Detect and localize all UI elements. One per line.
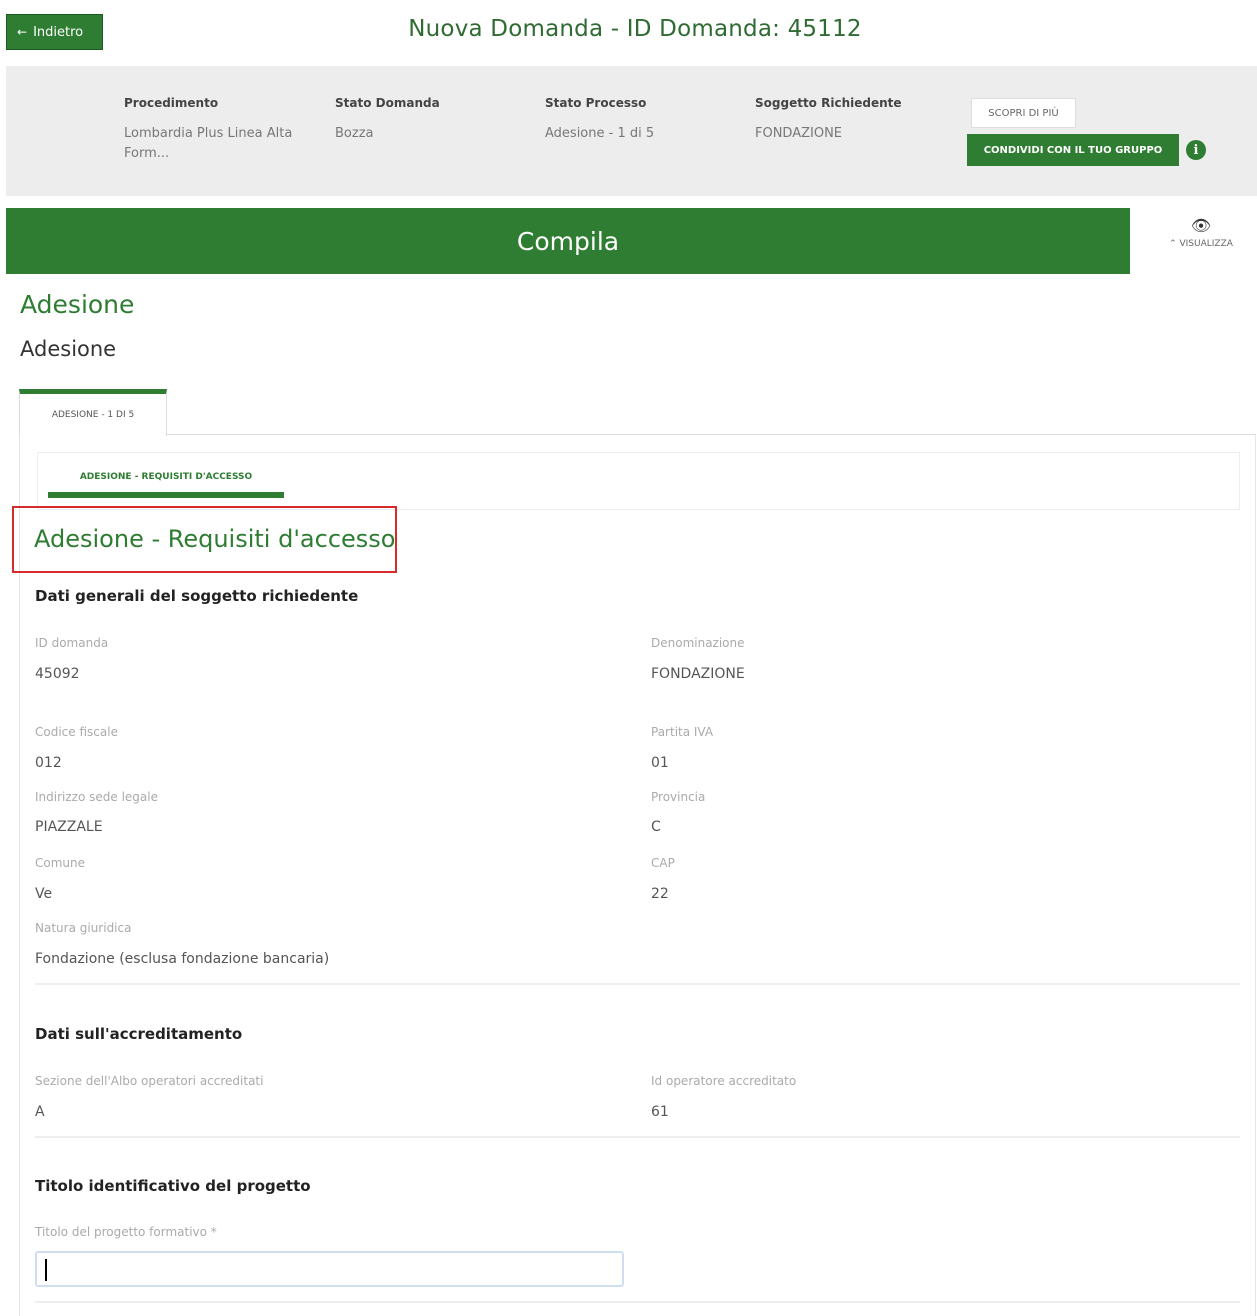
indirizzo-value: PIAZZALE — [35, 819, 103, 835]
natura-giuridica-label: Natura giuridica — [35, 921, 132, 935]
form-title: Adesione - Requisiti d'accesso — [34, 525, 396, 553]
visualizza-toggle[interactable]: 👁 ⌃ VISUALIZZA — [1146, 216, 1256, 272]
id-operatore-label: Id operatore accreditato — [651, 1074, 797, 1088]
subtab-requisiti-accesso[interactable]: ADESIONE - REQUISITI D'ACCESSO — [48, 462, 284, 498]
section-divider — [35, 1301, 1240, 1303]
id-domanda-value: 45092 — [35, 666, 80, 682]
soggetto-label: Soggetto Richiedente — [755, 96, 902, 110]
natura-giuridica-value: Fondazione (esclusa fondazione bancaria) — [35, 951, 330, 967]
comune-label: Comune — [35, 856, 86, 870]
procedimento-label: Procedimento — [124, 96, 219, 110]
section-divider — [35, 1136, 1240, 1138]
scopri-di-piu-button[interactable]: SCOPRI DI PIÙ — [971, 98, 1076, 128]
stato-domanda-label: Stato Domanda — [335, 96, 440, 110]
id-domanda-label: ID domanda — [35, 636, 109, 650]
section-title: Adesione — [20, 290, 135, 319]
back-button[interactable]: ← Indietro — [6, 14, 103, 50]
partita-iva-label: Partita IVA — [651, 725, 714, 739]
section-subtitle: Adesione — [20, 337, 117, 361]
provincia-value: C — [651, 819, 661, 835]
denominazione-value: FONDAZIONE — [651, 666, 745, 682]
tab-bar-divider — [19, 434, 1256, 435]
sezione-albo-value: A — [35, 1104, 45, 1120]
indirizzo-label: Indirizzo sede legale — [35, 790, 158, 804]
sezione-albo-label: Sezione dell'Albo operatori accreditati — [35, 1074, 264, 1088]
codice-fiscale-label: Codice fiscale — [35, 725, 118, 739]
chevron-up-icon: ⌃ — [1169, 239, 1177, 249]
arrow-left-icon: ← — [17, 25, 28, 39]
partita-iva-value: 01 — [651, 755, 669, 771]
back-button-label: Indietro — [33, 24, 84, 40]
codice-fiscale-value: 012 — [35, 755, 62, 771]
visualizza-label: VISUALIZZA — [1179, 239, 1233, 249]
denominazione-label: Denominazione — [651, 636, 745, 650]
eye-icon: 👁 — [1190, 216, 1212, 235]
accreditamento-title: Dati sull'accreditamento — [35, 1025, 243, 1043]
info-stato-domanda: Stato Domanda Bozza — [335, 96, 515, 144]
condividi-gruppo-button[interactable]: CONDIVIDI CON IL TUO GRUPPO — [967, 134, 1179, 166]
stato-processo-value: Adesione - 1 di 5 — [545, 126, 655, 141]
info-soggetto: Soggetto Richiedente FONDAZIONE — [755, 96, 955, 144]
tab-adesione[interactable]: ADESIONE - 1 DI 5 — [19, 389, 167, 436]
page-title: Nuova Domanda - ID Domanda: 45112 — [408, 16, 862, 42]
titolo-progetto-input[interactable] — [35, 1251, 624, 1287]
cap-label: CAP — [651, 856, 675, 870]
text-caret — [45, 1259, 47, 1281]
provincia-label: Provincia — [651, 790, 706, 804]
info-stato-processo: Stato Processo Adesione - 1 di 5 — [545, 96, 725, 144]
info-procedimento: Procedimento Lombardia Plus Linea Alta F… — [124, 96, 319, 164]
info-icon[interactable]: i — [1186, 140, 1206, 160]
procedimento-value: Lombardia Plus Linea Alta Form... — [124, 126, 293, 161]
section-divider — [35, 983, 1240, 985]
cap-value: 22 — [651, 886, 669, 902]
titolo-progetto-title: Titolo identificativo del progetto — [35, 1177, 311, 1195]
compila-bar: Compila — [6, 208, 1130, 274]
titolo-progetto-label: Titolo del progetto formativo * — [35, 1225, 217, 1239]
soggetto-value: FONDAZIONE — [755, 126, 843, 141]
stato-domanda-value: Bozza — [335, 126, 374, 141]
application-info-bar: Procedimento Lombardia Plus Linea Alta F… — [6, 66, 1257, 196]
comune-value: Ve — [35, 886, 53, 902]
id-operatore-value: 61 — [651, 1104, 669, 1120]
dati-generali-title: Dati generali del soggetto richiedente — [35, 587, 359, 605]
stato-processo-label: Stato Processo — [545, 96, 647, 110]
